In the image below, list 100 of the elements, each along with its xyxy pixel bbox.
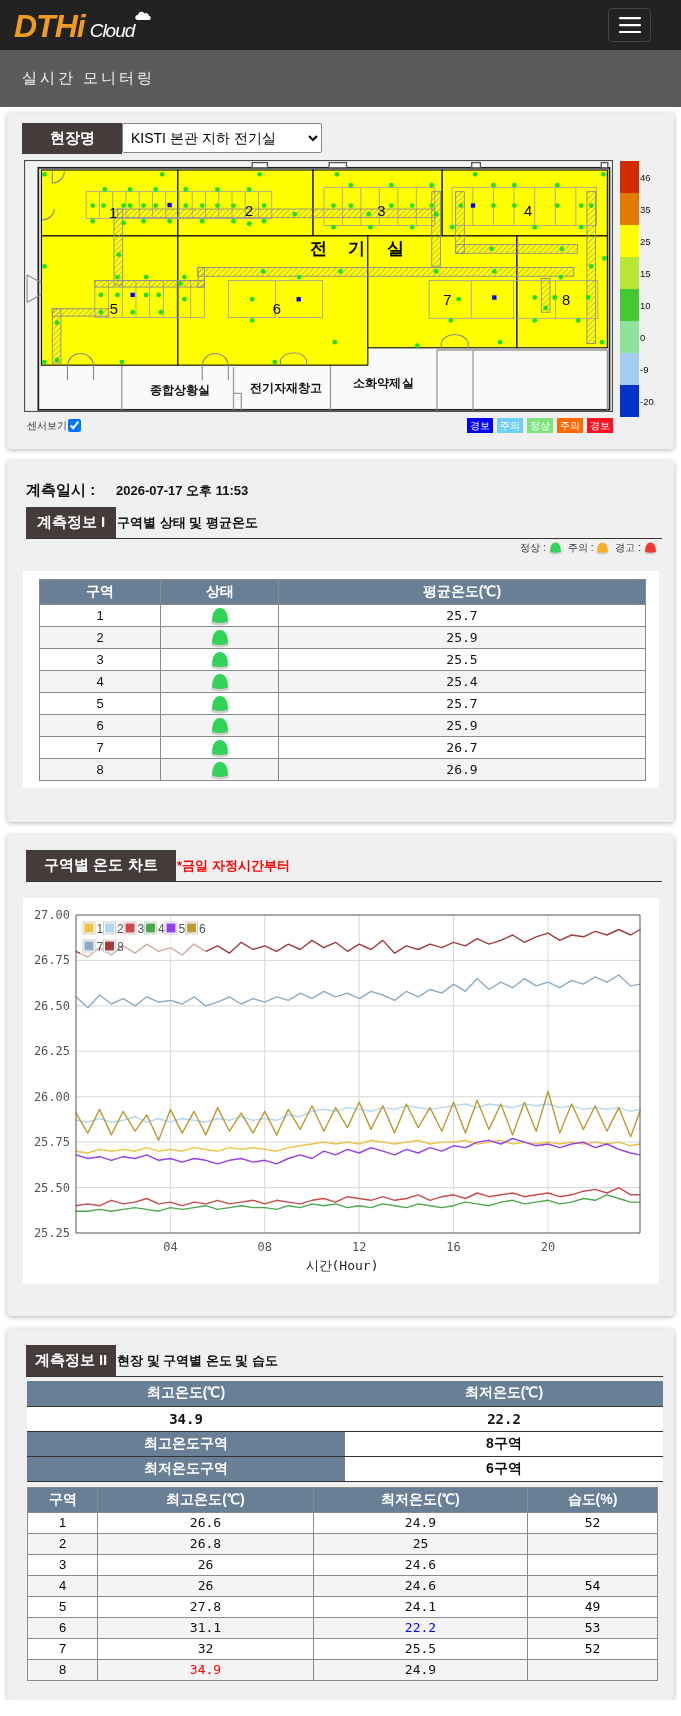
- x-tick-label: 08: [257, 1240, 272, 1254]
- sensor-dot-icon: [472, 171, 478, 177]
- sensor-dot-icon: [130, 309, 136, 315]
- sensor-dot-icon: [497, 339, 503, 345]
- menu-icon: [618, 17, 641, 33]
- alert-level-tag: 정상: [527, 418, 553, 433]
- door-drawing: [279, 352, 308, 366]
- sensor-dot-icon: [115, 292, 120, 298]
- sensor-dot-icon: [449, 224, 455, 230]
- sensor-dot-icon: [261, 203, 267, 208]
- table-cell: 7: [39, 736, 161, 759]
- sensor-dot-icon: [388, 203, 394, 208]
- sensor-dot-icon: [433, 269, 439, 274]
- table-cell: 24.9: [313, 1512, 528, 1533]
- sensor-dot-icon: [231, 203, 236, 208]
- table-cell: 26: [97, 1554, 314, 1575]
- sensor-dot-icon: [101, 203, 106, 208]
- table-cell: 24.9: [313, 1659, 528, 1680]
- sensor-dot-icon: [601, 256, 607, 261]
- table-cell: 6: [39, 714, 161, 737]
- legend-label: 8: [117, 939, 124, 954]
- table-cell: 25.4: [278, 670, 646, 693]
- logo-suffix-text: Cloud: [89, 19, 135, 43]
- sensor-dot-icon: [448, 318, 454, 323]
- sensor-dot-icon: [575, 318, 581, 323]
- alert-level-tag: 경보: [467, 418, 493, 433]
- legend-label: 3: [137, 921, 145, 936]
- room-label: 종합상황실: [150, 383, 211, 397]
- sensor-dot-icon: [141, 203, 146, 208]
- section-subtitle: 구역별 상태 및 평균온도: [117, 513, 258, 532]
- sensor-dot-icon: [127, 187, 133, 192]
- section-heading: 계측정보 II: [26, 1345, 116, 1376]
- table-cell: 8: [27, 1659, 98, 1680]
- y-tick-label: 25.50: [33, 1180, 70, 1195]
- legend-label: 정상 :: [520, 540, 546, 555]
- sensor-dot-icon: [585, 295, 591, 300]
- column-header: 상태: [160, 579, 279, 605]
- table-cell: 24.6: [313, 1575, 528, 1596]
- table-cell: 22.2: [313, 1617, 528, 1638]
- axis-title: 시간(Hour): [305, 1258, 379, 1273]
- column-header: 최저온도(℃): [345, 1381, 663, 1406]
- row-header: 최고온도구역: [27, 1431, 345, 1456]
- sensor-dot-icon: [153, 203, 159, 208]
- sensor-dot-icon: [42, 263, 47, 269]
- sensor-dot-icon: [511, 182, 517, 188]
- sensor-dot-icon: [332, 339, 338, 345]
- table-cell: 6구역: [345, 1456, 663, 1481]
- table-cell: 32: [97, 1638, 314, 1659]
- table-cell: 26.6: [97, 1512, 314, 1533]
- site-select[interactable]: KISTI 본관 지하 전기실: [122, 123, 322, 153]
- column-header: 습도(%): [527, 1487, 658, 1512]
- section-heading: 계측정보 I: [26, 507, 116, 538]
- door-drawing: [41, 208, 55, 221]
- sensor-dot-icon: [491, 203, 496, 208]
- sensor-dot-icon: [261, 218, 267, 224]
- cloud-icon: [135, 11, 152, 20]
- sensor-dot-icon: [331, 203, 336, 208]
- legend-label: 4: [158, 921, 165, 936]
- sensor-dot-icon: [532, 318, 538, 323]
- zone-label: 3: [377, 202, 386, 219]
- x-tick-label: 04: [163, 1240, 178, 1254]
- table-cell: 25.9: [278, 626, 646, 649]
- table-cell: 34.9: [97, 1659, 314, 1680]
- sensor-dot-icon: [143, 274, 149, 280]
- sensor-dot-icon: [532, 295, 538, 300]
- section-heading: 구역별 온도 차트: [26, 850, 176, 881]
- legend-label: 7: [96, 939, 104, 954]
- scale-label: 35: [640, 203, 651, 215]
- table-cell: 22.2: [345, 1406, 663, 1431]
- sensor-dot-icon: [578, 224, 584, 230]
- sensor-dot-icon: [98, 309, 104, 315]
- x-tick-label: 20: [540, 1240, 556, 1254]
- sensor-dot-icon: [588, 203, 594, 208]
- sensor-dot-icon: [141, 218, 146, 224]
- table-cell: 7: [27, 1638, 98, 1659]
- sensor-dot-icon: [231, 218, 236, 224]
- sensor-dot-icon: [246, 187, 252, 192]
- sensor-dot-icon: [199, 203, 205, 208]
- sensor-dot-icon: [119, 359, 125, 365]
- sensor-dot-icon: [409, 224, 415, 230]
- sensor-dot-icon: [559, 246, 565, 252]
- sensor-checkbox[interactable]: [68, 419, 81, 432]
- zone-label: 2: [245, 202, 254, 219]
- sensor-dot-icon: [532, 224, 538, 230]
- sensor-dot-icon: [183, 203, 189, 208]
- table-cell: 25.5: [278, 648, 646, 671]
- door-drawing: [26, 274, 42, 303]
- zone-label: 7: [443, 292, 452, 309]
- y-tick-label: 26.00: [33, 1089, 70, 1104]
- menu-button[interactable]: [608, 8, 651, 42]
- table-cell: 3: [39, 648, 161, 671]
- sensor-dot-icon: [156, 292, 162, 298]
- measured-label: 계측일시 :: [26, 481, 97, 500]
- legend-label: 경고 :: [615, 540, 641, 555]
- sensor-dot-icon: [588, 263, 594, 269]
- sensor-dot-icon: [338, 269, 343, 274]
- table-cell: 2: [39, 626, 161, 649]
- door-drawing: [66, 352, 95, 381]
- alert-level-tag: 경보: [587, 418, 613, 433]
- sensor-dot-icon: [98, 292, 104, 298]
